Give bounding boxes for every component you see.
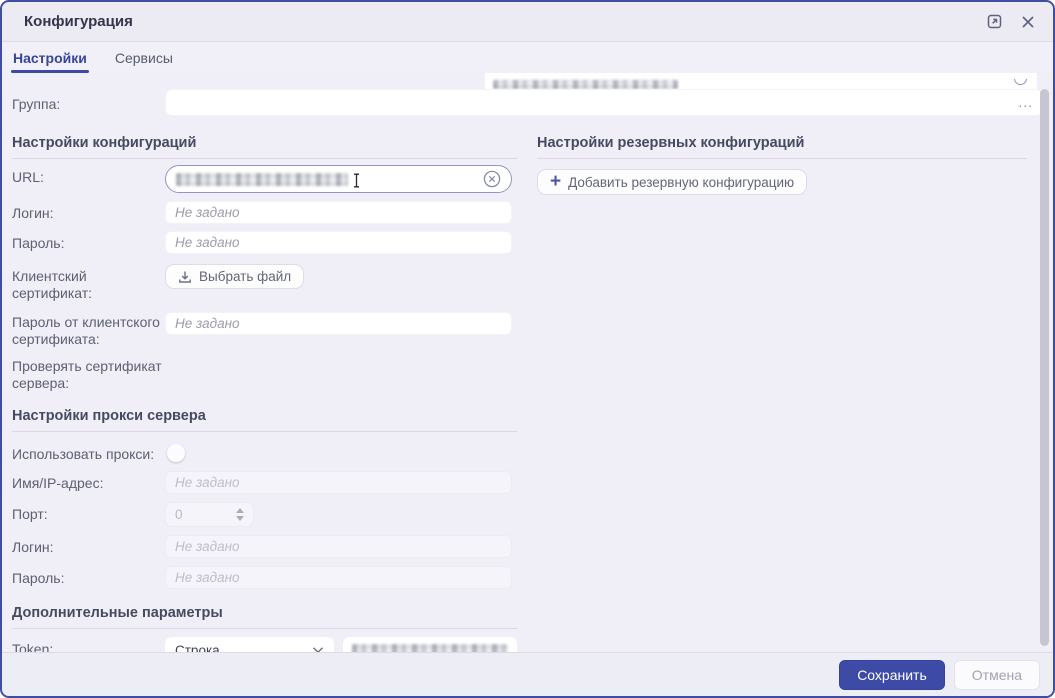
maximize-button[interactable] xyxy=(983,11,1005,33)
proxy-port-input: 0 xyxy=(165,502,254,527)
add-backup-config-button[interactable]: + Добавить резервную конфигурацию xyxy=(537,169,808,195)
client-cert-row: Клиентский сертификат: Выбрать файл xyxy=(12,264,517,302)
proxy-host-label: Имя/IP-адрес: xyxy=(12,475,104,491)
verify-cert-checkbox[interactable] xyxy=(165,353,167,372)
proxy-host-row: Имя/IP-адрес: xyxy=(12,471,517,494)
choose-file-button[interactable]: Выбрать файл xyxy=(165,264,305,289)
token-row: Token: Строка xyxy=(12,637,517,652)
group-label: Группа: xyxy=(12,96,61,112)
port-stepper[interactable] xyxy=(236,508,244,521)
password-input[interactable] xyxy=(165,231,512,254)
toggle-knob xyxy=(167,444,185,462)
stepper-up-icon xyxy=(236,508,244,513)
login-row: Логин: xyxy=(12,201,517,224)
cancel-button[interactable]: Отмена xyxy=(953,659,1040,690)
stepper-down-icon xyxy=(236,516,244,521)
login-input[interactable] xyxy=(165,201,512,224)
proxy-password-row: Пароль: xyxy=(12,566,517,589)
use-proxy-label: Использовать прокси: xyxy=(12,446,155,462)
client-cert-label: Клиентский сертификат: xyxy=(12,268,93,301)
proxy-host-input xyxy=(165,471,512,494)
proxy-login-label: Логин: xyxy=(12,539,54,555)
redacted-value xyxy=(176,172,348,186)
password-label: Пароль: xyxy=(12,235,65,251)
backup-section-title: Настройки резервных конфигураций xyxy=(537,135,1027,159)
group-input[interactable] xyxy=(165,89,1043,116)
proxy-password-label: Пароль: xyxy=(12,570,65,586)
url-input[interactable] xyxy=(165,165,512,193)
close-icon xyxy=(1022,15,1034,28)
token-label: Token: xyxy=(12,641,54,652)
dialog-content: Группа: ... Настройки конфигураций URL: xyxy=(2,73,1053,652)
login-label: Логин: xyxy=(12,205,54,221)
save-button[interactable]: Сохранить xyxy=(839,659,945,690)
clear-url-icon[interactable] xyxy=(483,170,501,188)
url-row: URL: xyxy=(12,165,517,193)
download-icon xyxy=(179,271,191,283)
tab-settings[interactable]: Настройки xyxy=(11,46,89,73)
titlebar: Конфигурация xyxy=(2,2,1053,42)
password-row: Пароль: xyxy=(12,231,517,254)
vertical-scrollbar[interactable] xyxy=(1040,89,1049,646)
left-column: Настройки конфигураций URL: Логин: Не за… xyxy=(12,116,517,652)
close-button[interactable] xyxy=(1017,11,1039,33)
use-proxy-row: Использовать прокси: xyxy=(12,442,517,463)
config-section-title: Настройки конфигураций xyxy=(12,135,517,159)
extra-section-title: Дополнительные параметры xyxy=(12,605,517,629)
cert-password-label: Пароль от клиентского сертификата: xyxy=(12,314,160,347)
window-controls xyxy=(983,11,1039,33)
token-value-input[interactable] xyxy=(343,637,517,652)
dialog-footer: Сохранить Отмена xyxy=(2,652,1053,696)
proxy-login-input xyxy=(165,535,512,558)
maximize-icon xyxy=(987,14,1001,29)
proxy-section-title: Настройки прокси сервера xyxy=(12,408,517,432)
proxy-password-input xyxy=(165,566,512,589)
verify-cert-label: Проверять сертификат сервера: xyxy=(12,358,162,391)
proxy-port-label: Порт: xyxy=(12,506,48,522)
right-column: Настройки резервных конфигураций + Добав… xyxy=(537,116,1027,652)
verify-cert-row: Проверять сертификат сервера: xyxy=(12,353,517,392)
choose-file-label: Выбрать файл xyxy=(199,269,292,284)
proxy-port-value: 0 xyxy=(175,507,183,522)
group-more-button[interactable]: ... xyxy=(1018,94,1033,108)
cert-password-row: Пароль от клиентского сертификата: xyxy=(12,310,517,348)
configuration-dialog: Конфигурация Настройки Сервисы Группа: .… xyxy=(0,0,1055,698)
dialog-title: Конфигурация xyxy=(24,13,133,30)
url-label: URL: xyxy=(12,169,44,185)
proxy-login-row: Логин: xyxy=(12,535,517,558)
plus-icon: + xyxy=(550,170,562,192)
group-row: Группа: ... xyxy=(12,89,1043,116)
add-backup-config-label: Добавить резервную конфигурацию xyxy=(568,174,795,190)
cert-password-input[interactable] xyxy=(165,312,512,335)
proxy-port-row: Порт: 0 xyxy=(12,502,517,527)
redacted-value xyxy=(493,80,678,89)
truncated-field-icon xyxy=(1013,79,1029,89)
tab-bar: Настройки Сервисы xyxy=(2,42,1053,73)
token-type-select[interactable]: Строка xyxy=(165,637,334,652)
tab-services[interactable]: Сервисы xyxy=(114,46,174,73)
token-type-value: Строка xyxy=(175,642,220,653)
text-cursor xyxy=(352,173,361,193)
redacted-value xyxy=(352,643,508,652)
chevron-down-icon xyxy=(313,647,323,652)
